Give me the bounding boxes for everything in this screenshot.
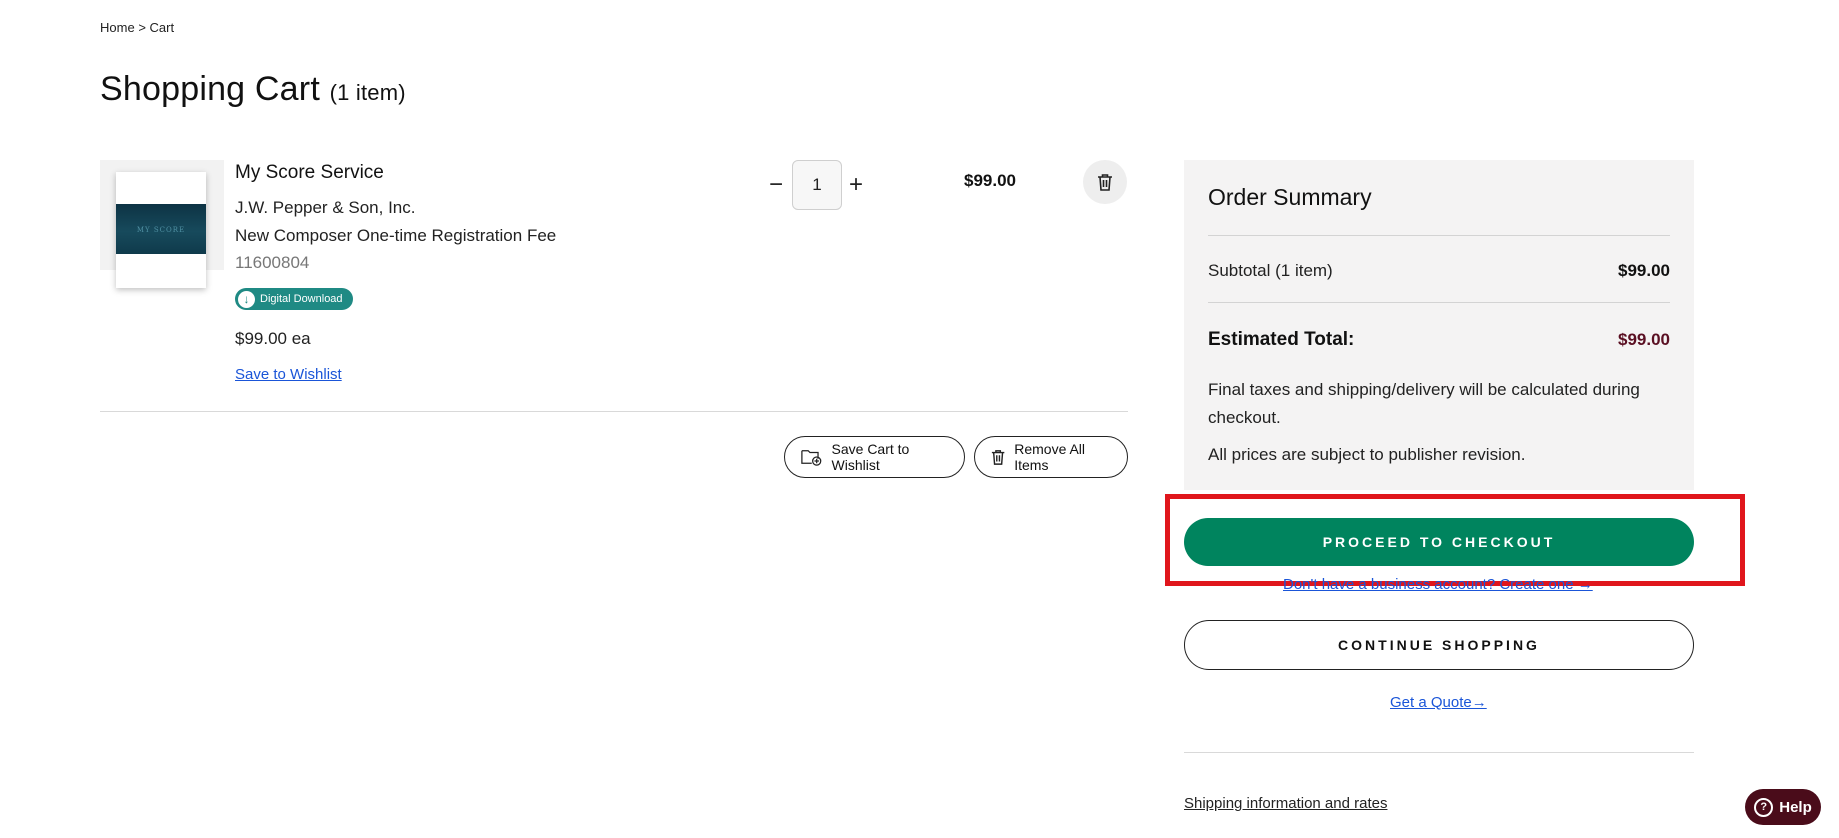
quantity-increase-button[interactable]: +: [844, 170, 868, 200]
subtotal-value: $99.00: [1618, 261, 1670, 280]
breadcrumb-separator: >: [138, 20, 146, 35]
cart-divider: [100, 411, 1128, 412]
breadcrumb: Home > Cart: [100, 20, 174, 35]
cart-item-count: (1 item): [329, 80, 406, 105]
product-name[interactable]: My Score Service: [235, 162, 384, 184]
page-title-text: Shopping Cart: [100, 70, 320, 108]
proceed-to-checkout-button[interactable]: PROCEED TO CHECKOUT: [1184, 518, 1694, 566]
remove-all-label: Remove All Items: [1014, 441, 1086, 473]
help-label: Help: [1779, 798, 1812, 816]
product-description: New Composer One-time Registration Fee: [235, 226, 557, 245]
digital-download-badge: ↓ Digital Download: [235, 288, 353, 310]
quantity-input[interactable]: 1: [792, 160, 842, 210]
quantity-decrease-button[interactable]: −: [764, 170, 788, 200]
price-revision-note: All prices are subject to publisher revi…: [1208, 445, 1526, 464]
download-arrow-icon: ↓: [238, 290, 255, 308]
remove-item-button[interactable]: [1083, 160, 1127, 204]
line-total-price: $99.00: [964, 171, 1016, 190]
page-title: Shopping Cart (1 item): [100, 70, 406, 109]
estimated-total-value: $99.00: [1618, 330, 1670, 349]
question-circle-icon: ?: [1754, 797, 1774, 817]
unit-price: $99.00 ea: [235, 329, 311, 348]
folder-plus-icon: [801, 450, 822, 466]
subtotal-label: Subtotal (1 item): [1208, 261, 1333, 280]
product-thumbnail-image: MY SCORE: [116, 204, 206, 254]
breadcrumb-home-link[interactable]: Home: [100, 20, 135, 35]
get-a-quote-link[interactable]: Get a Quote→: [1390, 694, 1487, 711]
help-button[interactable]: ? Help: [1745, 789, 1821, 825]
remove-all-items-button[interactable]: Remove All Items: [974, 436, 1128, 478]
breadcrumb-current: Cart: [149, 20, 175, 35]
summary-bottom-divider: [1184, 752, 1694, 753]
tax-shipping-note: Final taxes and shipping/delivery will b…: [1208, 380, 1640, 427]
estimated-total-label: Estimated Total:: [1208, 329, 1355, 350]
trash-icon: [1098, 174, 1112, 191]
product-sku: 11600804: [235, 253, 310, 272]
summary-divider: [1208, 235, 1670, 236]
thumbnail-text: MY SCORE: [136, 226, 186, 234]
save-to-wishlist-link[interactable]: Save to Wishlist: [235, 366, 342, 383]
order-summary-title: Order Summary: [1208, 184, 1372, 210]
summary-divider: [1208, 302, 1670, 303]
product-publisher: J.W. Pepper & Son, Inc.: [235, 198, 416, 217]
create-business-account-link[interactable]: Don't have a business account? Create on…: [1283, 578, 1595, 592]
shipping-info-link[interactable]: Shipping information and rates: [1184, 795, 1387, 812]
continue-shopping-button[interactable]: CONTINUE SHOPPING: [1184, 620, 1694, 670]
save-cart-to-wishlist-button[interactable]: Save Cart to Wishlist: [784, 436, 965, 478]
badge-label: Digital Download: [260, 293, 343, 305]
trash-icon: [991, 450, 1005, 465]
save-cart-label: Save Cart to Wishlist: [831, 441, 910, 473]
